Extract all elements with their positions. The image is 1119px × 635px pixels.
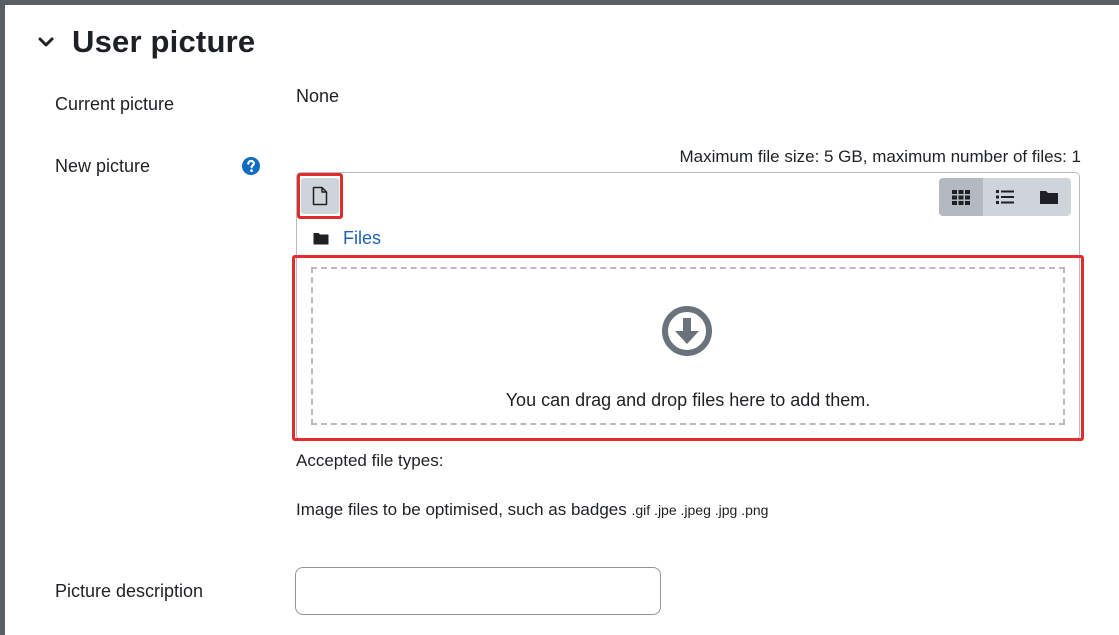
section-title: User picture [72,24,256,59]
folder-icon [313,232,329,245]
max-file-info: Maximum file size: 5 GB, maximum number … [679,147,1081,166]
section-header[interactable]: User picture [30,24,255,60]
picture-description-label: Picture description [55,581,204,601]
grid-view-button[interactable] [939,178,983,216]
accepted-types-extensions: .gif .jpe .jpeg .jpg .png [631,502,769,518]
folder-icon [1039,189,1059,205]
question-circle-icon[interactable] [241,156,261,176]
accepted-types-value: Image files to be optimised, such as bad… [296,500,768,520]
current-picture-value: None [296,86,340,106]
accepted-types-label: Accepted file types: [296,451,444,470]
add-file-highlight [297,173,343,219]
files-link[interactable]: Files [343,228,381,249]
view-toolbar [939,178,1071,216]
tree-view-button[interactable] [1027,178,1071,216]
breadcrumb: Files [313,228,381,249]
list-view-icon [996,189,1014,205]
accepted-types-desc: Image files to be optimised, such as bad… [296,500,627,519]
drop-zone-highlight [292,255,1084,441]
picture-description-input[interactable] [295,567,661,615]
chevron-down-icon[interactable] [30,26,62,58]
current-picture-label: Current picture [55,94,175,114]
grid-view-icon [952,189,970,205]
list-view-button[interactable] [983,178,1027,216]
new-picture-label: New picture [55,156,151,176]
